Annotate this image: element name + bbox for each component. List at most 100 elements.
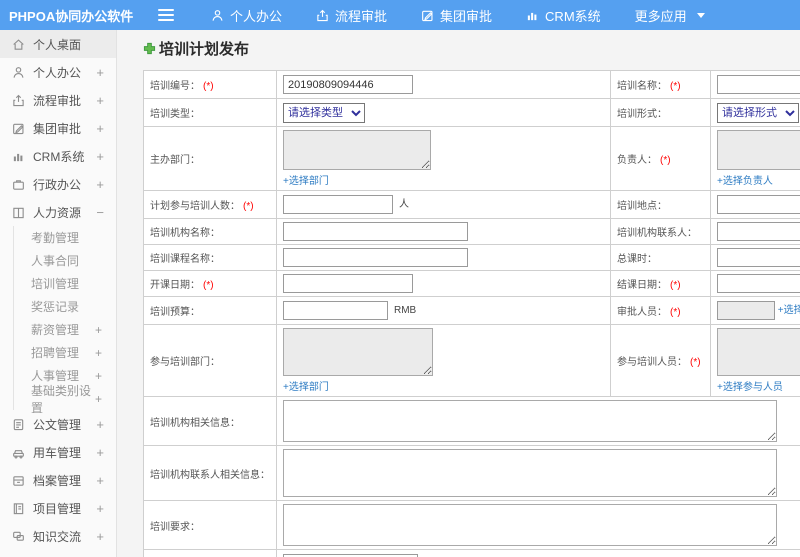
sidebar-item-label: 集团审批 xyxy=(33,121,82,136)
leader-textarea[interactable] xyxy=(717,130,800,170)
host-dept-textarea[interactable] xyxy=(283,130,431,170)
form-row: 主办部门： +选择部门 负责人： (*) +选择负责人 xyxy=(143,126,800,191)
total-hours-input[interactable] xyxy=(717,248,800,267)
label-leader: 负责人： (*) xyxy=(610,126,711,191)
top-nav-personal-office[interactable]: 个人办公 xyxy=(194,0,299,30)
home-icon xyxy=(13,38,24,50)
sidebar-item-project-mgmt[interactable]: 项目管理 + xyxy=(0,494,116,522)
nav-label: 集团审批 xyxy=(440,8,493,24)
label-org-name: 培训机构名称： xyxy=(143,218,277,245)
collapse-minus-icon: − xyxy=(96,204,104,220)
label-approver: 审批人员： (*) xyxy=(610,296,711,325)
label-host-dept: 主办部门： xyxy=(143,126,277,191)
select-leader-link[interactable]: +选择负责人 xyxy=(717,176,773,187)
subitem-label: 招聘管理 xyxy=(31,346,80,360)
sidebar-item-label: 人力资源 xyxy=(33,205,82,220)
label-part-people: 参与培训人员： (*) xyxy=(610,324,711,397)
sidebar-subitem-training-mgmt[interactable]: 培训管理 xyxy=(14,272,116,295)
expand-plus-icon: + xyxy=(94,322,102,337)
end-date-input[interactable] xyxy=(717,274,800,293)
sidebar-item-label: 项目管理 xyxy=(33,501,82,516)
sidebar-subitem-hr-contract[interactable]: 人事合同 xyxy=(14,249,116,272)
required-marker: (*) xyxy=(660,155,671,166)
sidebar-item-knowledge-exchange[interactable]: 知识交流 + xyxy=(0,522,116,550)
label-attachment: 附件文档： xyxy=(143,549,277,557)
brand-logo: PHPOA协同办公软件 xyxy=(9,8,134,24)
required-marker: (*) xyxy=(243,201,254,212)
hamburger-menu-icon[interactable] xyxy=(158,9,174,21)
top-nav-more-apps[interactable]: 更多应用 xyxy=(618,0,722,30)
label-org-contact-info: 培训机构联系人相关信息： xyxy=(143,445,277,501)
sidebar-item-label: 档案管理 xyxy=(33,473,82,488)
sidebar-item-label: 知识交流 xyxy=(33,529,82,544)
sidebar-item-label: 行政办公 xyxy=(33,177,82,192)
location-input[interactable] xyxy=(717,195,800,214)
train-name-input[interactable] xyxy=(717,75,800,94)
expand-plus-icon: + xyxy=(96,416,104,432)
label-total-hours: 总课时： xyxy=(610,244,711,271)
train-form-select[interactable]: 请选择形式 xyxy=(717,102,799,123)
expand-plus-icon: + xyxy=(94,345,102,360)
select-approver-link[interactable]: +选择审批人员 xyxy=(778,305,800,316)
subitem-label: 人事合同 xyxy=(31,254,80,268)
select-dept-link[interactable]: +选择部门 xyxy=(283,382,329,393)
org-contact-info-textarea[interactable] xyxy=(283,449,777,497)
edit-icon xyxy=(13,123,24,134)
expand-plus-icon: + xyxy=(96,528,104,544)
sidebar-item-crm-system[interactable]: CRM系统 + xyxy=(0,142,116,170)
label-end-date: 结课日期： (*) xyxy=(610,270,711,297)
sidebar-item-vehicle-mgmt[interactable]: 用车管理 + xyxy=(0,438,116,466)
top-nav-workflow-approval[interactable]: 流程审批 xyxy=(299,0,404,30)
org-contact-input[interactable] xyxy=(717,222,800,241)
expand-plus-icon: + xyxy=(96,176,104,192)
part-dept-textarea[interactable] xyxy=(283,328,433,376)
train-type-select[interactable]: 请选择类型 xyxy=(283,102,365,123)
page-title: 培训计划发布 xyxy=(143,38,800,59)
label-location: 培训地点： xyxy=(610,190,711,219)
sidebar-item-personal-desktop[interactable]: 个人桌面 xyxy=(0,30,116,58)
select-participants-link[interactable]: +选择参与人员 xyxy=(717,382,783,393)
nav-label: 流程审批 xyxy=(335,8,388,24)
train-no-input[interactable] xyxy=(283,75,413,94)
sidebar-item-personal-office[interactable]: 个人办公 + xyxy=(0,58,116,86)
planned-count-input[interactable] xyxy=(283,195,393,214)
select-dept-link[interactable]: +选择部门 xyxy=(283,176,329,187)
approver-input[interactable] xyxy=(717,301,775,320)
top-nav-crm-system[interactable]: CRM系统 xyxy=(509,0,618,30)
chart-icon xyxy=(527,12,537,20)
sidebar-subitem-salary-mgmt[interactable]: 薪资管理 + xyxy=(14,318,116,341)
label-part-dept: 参与培训部门： xyxy=(143,324,277,397)
sidebar-item-admin-office[interactable]: 行政办公 + xyxy=(0,170,116,198)
sidebar-subitem-base-category[interactable]: 基础类别设置 + xyxy=(14,384,116,415)
org-name-input[interactable] xyxy=(283,222,468,241)
sidebar-subitem-attendance[interactable]: 考勤管理 xyxy=(14,226,116,249)
form-row: 培训课程名称： 总课时： xyxy=(143,244,800,271)
budget-input[interactable] xyxy=(283,301,388,320)
nav-label: CRM系统 xyxy=(545,8,601,24)
requirements-textarea[interactable] xyxy=(283,504,777,546)
sidebar-item-human-resources[interactable]: 人力资源 − xyxy=(0,198,116,226)
sidebar-subitem-recruit-mgmt[interactable]: 招聘管理 + xyxy=(14,341,116,364)
part-people-textarea[interactable] xyxy=(717,328,800,376)
course-name-input[interactable] xyxy=(283,248,468,267)
expand-plus-icon: + xyxy=(96,120,104,136)
start-date-input[interactable] xyxy=(283,274,413,293)
top-nav-group-approval[interactable]: 集团审批 xyxy=(404,0,509,30)
app-window: PHPOA协同办公软件 个人办公 流程审批 集团审批 CRM系统 更多应用 个人… xyxy=(0,0,800,557)
top-nav: 个人办公 流程审批 集团审批 CRM系统 更多应用 xyxy=(194,0,722,30)
subitem-label: 基础类别设置 xyxy=(31,383,92,415)
form-row: 参与培训部门： +选择部门 参与培训人员： (*) +选择参与人员 xyxy=(143,324,800,397)
sidebar-item-label: 用车管理 xyxy=(33,445,82,460)
label-planned-count: 计划参与培训人数： (*) xyxy=(143,190,277,219)
label-org-info: 培训机构相关信息： xyxy=(143,396,277,446)
sidebar-item-archive-mgmt[interactable]: 档案管理 + xyxy=(0,466,116,494)
required-marker: (*) xyxy=(690,357,701,368)
org-info-textarea[interactable] xyxy=(283,400,777,442)
subitem-label: 薪资管理 xyxy=(31,323,80,337)
sidebar-subitem-reward-punish[interactable]: 奖惩记录 xyxy=(14,295,116,318)
person-icon xyxy=(13,66,24,78)
sidebar-item-workflow-approval[interactable]: 流程审批 + xyxy=(0,86,116,114)
person-icon xyxy=(212,9,223,21)
training-plan-form: 培训编号：(*) 培训名称：(*) 培训类型： 请选择类型 培训形式： 请选择形… xyxy=(143,70,800,557)
sidebar-item-group-approval[interactable]: 集团审批 + xyxy=(0,114,116,142)
